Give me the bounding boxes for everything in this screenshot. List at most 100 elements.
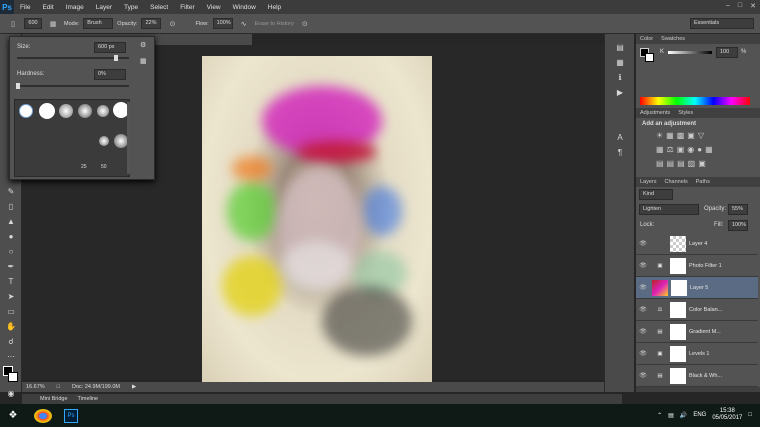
color-bg-swatch[interactable] [645,53,654,62]
workspace-select[interactable]: Essentials [690,18,754,29]
hardness-slider-thumb[interactable] [16,83,20,89]
maximize-icon[interactable]: □ [738,2,742,10]
menu-view[interactable]: View [201,4,227,11]
paint-bucket-icon[interactable]: ▲ [0,214,22,229]
path-selection-icon[interactable]: ➤ [0,289,22,304]
tab-timeline[interactable]: Timeline [78,396,99,402]
presets-scrollbar[interactable] [127,102,130,174]
tab-styles[interactable]: Styles [678,110,693,116]
chrome-icon[interactable] [34,408,52,423]
menu-image[interactable]: Image [60,4,90,11]
layer-row[interactable]: 👁 ▤ Gradient M... [636,321,758,343]
menu-edit[interactable]: Edit [36,4,59,11]
menu-help[interactable]: Help [262,4,287,11]
blend-mode-select[interactable]: Lighten [639,204,699,215]
brush-preset-row3-a[interactable] [99,136,109,146]
menu-file[interactable]: File [14,4,36,11]
rectangle-tool-icon[interactable]: ▭ [0,304,22,319]
visibility-eye-icon[interactable]: 👁 [636,240,650,247]
windows-start-icon[interactable]: ❖ [0,410,26,421]
panel-settings-icon[interactable]: ⚙ [140,41,146,49]
minimize-icon[interactable]: – [726,2,730,10]
adjustment-icons-row-3[interactable]: ▤▤▤▨▣ [656,159,709,168]
tab-channels[interactable]: Channels [665,179,688,185]
tab-adjustments[interactable]: Adjustments [640,110,670,116]
brush-preset-soft[interactable] [59,104,73,118]
visibility-eye-icon[interactable]: 👁 [636,372,650,379]
properties-icon[interactable]: ▦ [605,55,635,70]
paragraph-icon[interactable]: ¶ [605,145,635,160]
hardness-field[interactable]: 0% [94,69,126,80]
color-spectrum-ramp[interactable] [640,97,750,105]
brush-preset-soft-2[interactable] [78,104,92,118]
pressure-size-icon[interactable]: ⊙ [298,18,312,30]
brush-preset-row3-b[interactable] [114,134,128,148]
blur-tool-icon[interactable]: ● [0,229,22,244]
layer-row[interactable]: 👁 ⚖ Color Balan... [636,299,758,321]
tab-color[interactable]: Color [640,36,653,42]
visibility-eye-icon[interactable]: 👁 [636,306,650,313]
eraser-tool-preset-icon[interactable]: ▯ [6,18,20,30]
pen-tool-icon[interactable]: ✒ [0,259,22,274]
close-icon[interactable]: ✕ [750,2,756,10]
brush-size-field[interactable]: 600 px [94,42,126,53]
visibility-eye-icon[interactable]: 👁 [636,262,650,269]
layer-row[interactable]: 👁 ▣ Levels 1 [636,343,758,365]
brush-size-slider-thumb[interactable] [114,55,118,61]
brush-preset-round[interactable] [39,103,55,119]
eraser-tool-icon[interactable]: ▯ [0,199,22,214]
pressure-opacity-icon[interactable]: ⊙ [165,18,179,30]
status-arrow-icon[interactable]: ▶ [132,384,136,390]
fill-field[interactable]: 100% [728,220,748,231]
background-color-swatch[interactable] [8,372,18,382]
brush-tool-icon[interactable]: ✎ [0,184,22,199]
tab-layers[interactable]: Layers [640,179,657,185]
layer-filter-kind[interactable]: Kind [639,189,673,200]
language-indicator[interactable]: ENG [693,412,706,418]
dodge-tool-icon[interactable]: ○ [0,244,22,259]
opacity-field[interactable]: 22% [141,18,162,29]
visibility-eye-icon[interactable]: 👁 [636,350,650,357]
adjustment-icons-row-2[interactable]: ▦⚖▣◉●▦ [656,145,716,154]
clock[interactable]: 15:38 05/05/2017 [712,408,742,422]
flow-field[interactable]: 100% [212,18,233,29]
notifications-icon[interactable]: □ [748,412,752,418]
doc-size[interactable]: Doc: 24.9M/199.0M [72,384,120,390]
airbrush-icon[interactable]: ∿ [237,18,251,30]
photoshop-taskbar-icon[interactable]: Ps [64,408,78,423]
hand-tool-icon[interactable]: ✋ [0,319,22,334]
actions-icon[interactable]: ▶ [605,85,635,100]
brush-panel-toggle-icon[interactable]: ▦ [46,18,60,30]
visibility-eye-icon[interactable]: 👁 [636,284,650,291]
menu-filter[interactable]: Filter [174,4,200,11]
history-icon[interactable]: ▤ [605,40,635,55]
share-icon[interactable]: □ [57,384,60,390]
color-swatches[interactable] [0,364,21,386]
volume-icon[interactable]: 🔊 [680,412,687,419]
visibility-eye-icon[interactable]: 👁 [636,328,650,335]
character-icon[interactable]: A [605,130,635,145]
layer-row[interactable]: 👁 ▤ Black & Wh... [636,365,758,387]
more-tools-icon[interactable]: ⋯ [0,349,22,364]
layer-row[interactable]: 👁 Layer 4 [636,233,758,255]
mode-select[interactable]: Brush [83,18,114,29]
adjustment-icons-row-1[interactable]: ☀▦▩▣▽ [656,131,707,140]
tab-swatches[interactable]: Swatches [661,36,685,42]
artwork-canvas[interactable] [202,56,432,382]
hardness-slider[interactable] [17,85,129,87]
network-icon[interactable]: ▤ [668,412,674,419]
menu-select[interactable]: Select [144,4,174,11]
tab-paths[interactable]: Paths [696,179,710,185]
brush-size-picker[interactable]: 600 [24,18,42,29]
erase-history-checkbox[interactable]: Erase to History [255,21,294,27]
zoom-level[interactable]: 16.67% [26,384,45,390]
tab-mini-bridge[interactable]: Mini Bridge [40,396,68,402]
new-preset-icon[interactable]: ▦ [140,57,147,65]
menu-layer[interactable]: Layer [90,4,118,11]
k-slider[interactable] [668,51,712,54]
menu-window[interactable]: Window [227,4,262,11]
brush-size-slider[interactable] [17,57,129,59]
layer-row[interactable]: 👁 ▣ Photo Filter 1 [636,255,758,277]
brush-preset-soft-3[interactable] [97,105,109,117]
layer-opacity-field[interactable]: 55% [728,204,748,215]
